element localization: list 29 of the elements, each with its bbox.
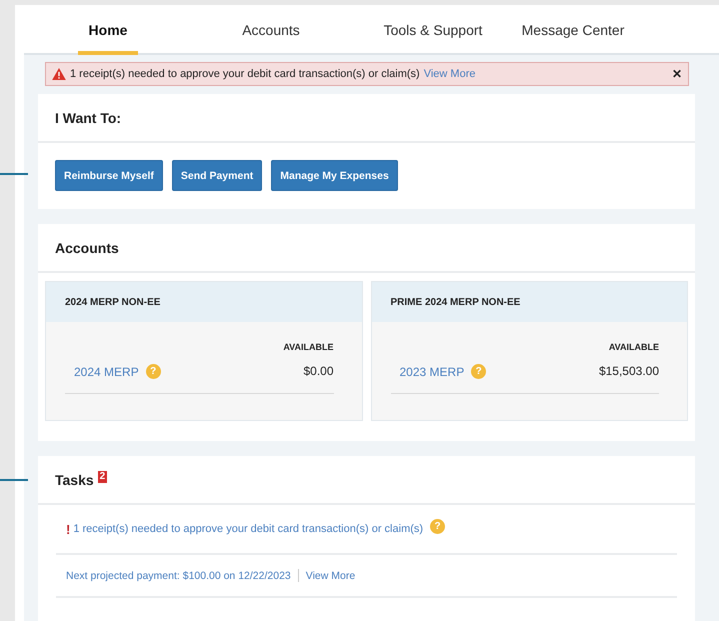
nav-tab[interactable]: Tools & Support — [364, 5, 502, 55]
indicator-line — [0, 173, 28, 175]
view-more-link[interactable]: View More — [424, 68, 476, 80]
action-button[interactable]: Reimburse Myself — [55, 160, 163, 191]
close-button[interactable]: ✕ — [672, 67, 682, 81]
indicator-line — [0, 479, 28, 481]
account-link[interactable]: 2024 MERP — [74, 364, 139, 378]
card-title: Tasks — [55, 472, 94, 488]
count-badge: 2 — [98, 470, 108, 482]
action-button[interactable]: Manage My Expenses — [271, 160, 398, 191]
available-amount: $15,503.00 — [598, 364, 659, 378]
column-heading: AVAILABLE — [608, 342, 659, 352]
action-button[interactable]: Send Payment — [172, 160, 262, 191]
column-heading: AVAILABLE — [283, 342, 334, 352]
alert-message: 1 receipt(s) needed to approve your debit card transaction(s) or claim(s) — [70, 68, 420, 80]
alert-mark: ! — [66, 522, 70, 536]
card-title: I Want To: — [55, 110, 122, 126]
nav-tab[interactable]: Message Center — [504, 5, 642, 55]
card-title: Accounts — [55, 240, 119, 256]
account-link[interactable]: 2023 MERP — [400, 364, 464, 378]
nav-tab[interactable]: Accounts — [212, 5, 330, 55]
account-heading: PRIME 2024 MERP NON-EE — [390, 296, 520, 308]
nav-tab[interactable]: Home — [78, 5, 138, 55]
warning-icon — [52, 68, 66, 80]
account-heading: 2024 MERP NON-EE — [65, 296, 160, 308]
view-more-link[interactable]: View More — [306, 570, 356, 582]
task-text: Next projected payment: $100.00 on 12/22/2023 — [66, 570, 291, 582]
available-amount: $0.00 — [303, 364, 334, 378]
task-link[interactable]: 1 receipt(s) needed to approve your debit card transaction(s) or claim(s) — [73, 523, 424, 535]
